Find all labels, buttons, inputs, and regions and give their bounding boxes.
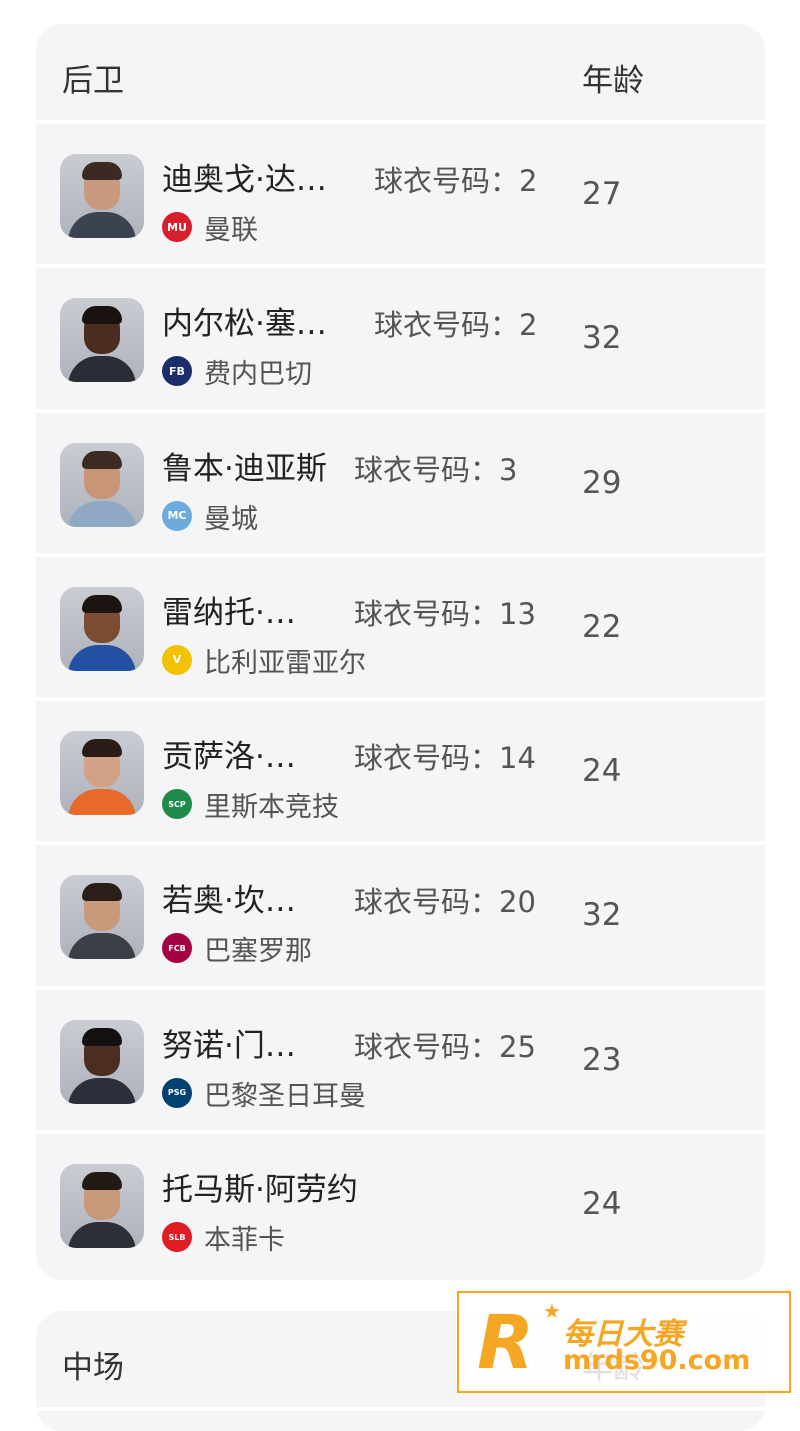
star-icon: ★ <box>543 1299 561 1323</box>
jersey-number: 球衣号码：2 <box>374 308 538 343</box>
jersey-number: 球衣号码：25 <box>354 1029 536 1064</box>
club-name: 里斯本竞技 <box>204 792 339 824</box>
defenders-header: 后卫 年龄 <box>36 24 765 124</box>
watermark: R ★ 每日大赛 mrds90.com <box>457 1291 791 1393</box>
player-row[interactable]: 若奥·坎… 球衣号码：20 FCB 巴塞罗那 32 <box>36 845 765 990</box>
club-logo-icon: PSG <box>162 1077 192 1108</box>
club-logo-icon: MC <box>162 500 192 531</box>
player-age: 29 <box>582 464 622 501</box>
player-age: 24 <box>582 1186 622 1223</box>
player-row[interactable]: 努诺·门… 球衣号码：25 PSG 巴黎圣日耳曼 23 <box>36 990 765 1135</box>
player-row[interactable]: 迪奥戈·达… 球衣号码：2 MU 曼联 27 <box>36 124 765 269</box>
player-avatar <box>60 442 144 527</box>
player-row[interactable]: 雷纳托·… 球衣号码：13 V 比利亚雷亚尔 22 <box>36 557 765 702</box>
defenders-card: 后卫 年龄 迪奥戈·达… 球衣号码：2 MU 曼联 27 内尔松·塞… 球衣号码：2 FB 费内… <box>36 24 765 1280</box>
club-logo-icon: V <box>162 644 192 675</box>
player-age: 27 <box>582 176 622 212</box>
section-title-midfielders: 中场 <box>62 1350 124 1386</box>
player-row[interactable]: 贡萨洛·… 球衣号码：14 SCP 里斯本竞技 24 <box>36 701 765 846</box>
player-name: 内尔松·塞… <box>162 306 327 343</box>
player-avatar <box>60 154 144 238</box>
player-name: 若奥·坎… <box>162 883 296 920</box>
player-name: 托马斯·阿劳约 <box>162 1172 358 1209</box>
player-row[interactable]: 托马斯·阿劳约 SLB 本菲卡 24 <box>36 1134 765 1278</box>
player-avatar <box>60 875 144 960</box>
player-name: 迪奥戈·达… <box>162 162 327 198</box>
player-age: 22 <box>582 608 622 645</box>
jersey-number: 球衣号码：14 <box>354 741 536 776</box>
player-row[interactable]: 鲁本·迪亚斯 球衣号码：3 MC 曼城 29 <box>36 413 765 557</box>
player-name: 雷纳托·… <box>162 594 296 631</box>
player-avatar <box>60 1164 144 1249</box>
club-logo-icon: SLB <box>162 1222 192 1253</box>
jersey-number: 球衣号码：20 <box>354 885 536 920</box>
club-logo-icon: FCB <box>162 933 192 964</box>
club-name: 曼城 <box>204 503 258 535</box>
club-name: 费内巴切 <box>204 359 312 391</box>
age-column-header: 年龄 <box>582 63 644 99</box>
section-title-defenders: 后卫 <box>62 63 124 99</box>
club-name: 本菲卡 <box>204 1225 285 1257</box>
club-logo-icon: SCP <box>162 789 192 820</box>
player-age: 32 <box>582 897 622 934</box>
club-name: 巴黎圣日耳曼 <box>204 1080 366 1112</box>
club-logo-icon: FB <box>162 356 192 387</box>
club-name: 比利亚雷亚尔 <box>204 647 366 679</box>
player-age: 24 <box>582 753 622 790</box>
player-avatar <box>60 1019 144 1104</box>
player-age: 23 <box>582 1041 622 1078</box>
player-avatar <box>60 731 144 816</box>
jersey-number: 球衣号码：3 <box>354 452 518 487</box>
watermark-logo: R <box>477 1300 534 1386</box>
player-avatar <box>60 586 144 671</box>
club-name: 巴塞罗那 <box>204 936 312 968</box>
player-row[interactable]: 内尔松·塞… 球衣号码：2 FB 费内巴切 32 <box>36 268 765 413</box>
watermark-url: mrds90.com <box>563 1345 751 1376</box>
player-age: 32 <box>582 320 622 357</box>
player-name: 努诺·门… <box>162 1027 296 1064</box>
club-name: 曼联 <box>204 215 258 246</box>
jersey-number: 球衣号码：2 <box>374 164 538 198</box>
club-logo-icon: MU <box>162 212 192 242</box>
player-name: 鲁本·迪亚斯 <box>162 450 327 487</box>
jersey-number: 球衣号码：13 <box>354 596 536 631</box>
player-avatar <box>60 298 144 383</box>
player-name: 贡萨洛·… <box>162 739 296 776</box>
